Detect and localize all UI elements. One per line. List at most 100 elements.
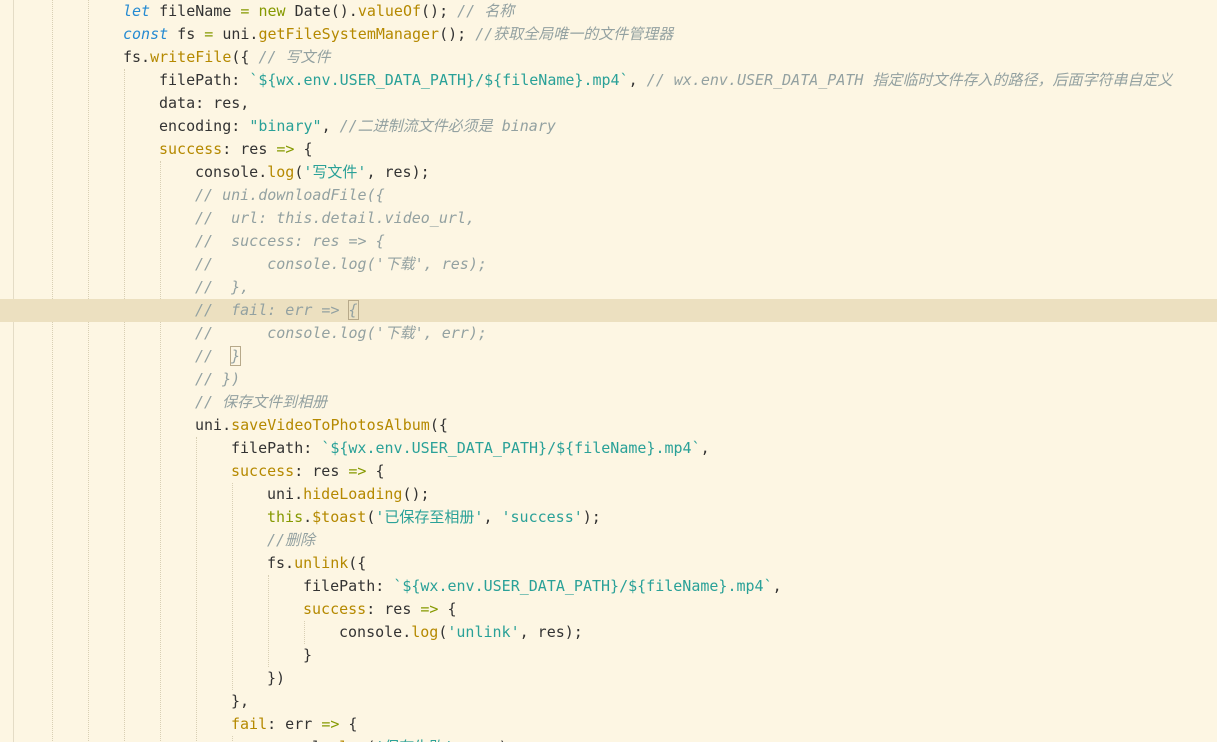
- code-token: "binary": [249, 117, 322, 135]
- code-token: // url: this.detail.video_url,: [195, 209, 475, 227]
- code-token: let: [123, 2, 151, 20]
- code-token: filePath:: [159, 71, 250, 89]
- code-token: 'unlink': [447, 623, 520, 641]
- code-line[interactable]: }): [0, 667, 1217, 690]
- code-token: // },: [195, 278, 250, 296]
- code-text: uni.hideLoading();: [267, 483, 430, 506]
- code-token: uni.: [195, 416, 232, 434]
- code-token: 'success': [501, 508, 583, 526]
- code-token: {: [366, 462, 385, 480]
- code-line[interactable]: fail: err => {: [0, 713, 1217, 736]
- code-token: },: [231, 692, 250, 710]
- code-token: ({: [348, 554, 367, 572]
- code-token: ({: [429, 416, 448, 434]
- code-text: console.log('unlink', res);: [339, 621, 583, 644]
- code-token: // success: res => {: [195, 232, 385, 250]
- code-line[interactable]: // },: [0, 276, 1217, 299]
- code-line[interactable]: // uni.downloadFile({: [0, 184, 1217, 207]
- code-token: fs.: [123, 48, 151, 66]
- code-line[interactable]: // url: this.detail.video_url,: [0, 207, 1217, 230]
- code-text: filePath: `${wx.env.USER_DATA_PATH}/${fi…: [303, 575, 782, 598]
- code-line[interactable]: }: [0, 644, 1217, 667]
- code-line[interactable]: //删除: [0, 529, 1217, 552]
- code-token: }: [230, 346, 242, 366]
- code-text: filePath: `${wx.env.USER_DATA_PATH}/${fi…: [231, 437, 710, 460]
- code-token: // }): [195, 370, 241, 388]
- code-token: }): [267, 669, 286, 687]
- code-token: ();: [439, 25, 476, 43]
- code-editor[interactable]: let fileName = new Date().valueOf(); // …: [0, 0, 1217, 742]
- code-token: fileName: [150, 2, 241, 20]
- code-line[interactable]: filePath: `${wx.env.USER_DATA_PATH}/${fi…: [0, 69, 1217, 92]
- code-token: //获取全局唯一的文件管理器: [475, 25, 674, 43]
- code-text: },: [231, 690, 249, 713]
- code-token: : res: [366, 600, 421, 618]
- code-line[interactable]: success: res => {: [0, 138, 1217, 161]
- code-text: }): [267, 667, 285, 690]
- code-text: filePath: `${wx.env.USER_DATA_PATH}/${fi…: [159, 69, 1172, 92]
- code-token: // 写文件: [258, 48, 331, 66]
- code-token: filePath:: [303, 577, 394, 595]
- code-line[interactable]: success: res => {: [0, 460, 1217, 483]
- code-line[interactable]: fs.writeFile({ // 写文件: [0, 46, 1217, 69]
- code-token: '写文件': [303, 163, 367, 181]
- code-text: // },: [195, 276, 249, 299]
- code-token: // uni.downloadFile({: [195, 186, 385, 204]
- code-line[interactable]: console.log('写文件', res);: [0, 161, 1217, 184]
- code-token: saveVideoToPhotosAlbum: [231, 416, 430, 434]
- code-line-current[interactable]: // fail: err => {: [0, 299, 1217, 322]
- code-line[interactable]: encoding: "binary", //二进制流文件必须是 binary: [0, 115, 1217, 138]
- code-line[interactable]: console.log('unlink', res);: [0, 621, 1217, 644]
- code-line[interactable]: let fileName = new Date().valueOf(); // …: [0, 0, 1217, 23]
- code-token: {: [438, 600, 457, 618]
- code-token: new: [258, 2, 286, 20]
- code-text: fs.unlink({: [267, 552, 366, 575]
- code-text: // }): [195, 368, 240, 391]
- code-token: $toast: [312, 508, 367, 526]
- code-token: =>: [321, 715, 340, 733]
- code-line[interactable]: uni.saveVideoToPhotosAlbum({: [0, 414, 1217, 437]
- code-text: console.log('写文件', res);: [195, 161, 430, 184]
- code-token: ,: [321, 117, 340, 135]
- code-text: // uni.downloadFile({: [195, 184, 385, 207]
- code-text: //删除: [267, 529, 315, 552]
- code-line[interactable]: filePath: `${wx.env.USER_DATA_PATH}/${fi…: [0, 437, 1217, 460]
- code-text: // url: this.detail.video_url,: [195, 207, 475, 230]
- code-token: '保存失败': [375, 738, 453, 742]
- code-line[interactable]: // console.log('下载', err);: [0, 322, 1217, 345]
- code-line[interactable]: console.log('保存失败', err);: [0, 736, 1217, 742]
- code-token: log: [267, 163, 295, 181]
- code-token: , err);: [453, 738, 516, 742]
- code-line[interactable]: // }: [0, 345, 1217, 368]
- code-token: getFileSystemManager: [258, 25, 440, 43]
- code-line[interactable]: // }): [0, 368, 1217, 391]
- code-line[interactable]: uni.hideLoading();: [0, 483, 1217, 506]
- code-line[interactable]: const fs = uni.getFileSystemManager(); /…: [0, 23, 1217, 46]
- code-token: success: [159, 140, 223, 158]
- code-text: let fileName = new Date().valueOf(); // …: [123, 0, 514, 23]
- code-text: this.$toast('已保存至相册', 'success');: [267, 506, 601, 529]
- code-line[interactable]: fs.unlink({: [0, 552, 1217, 575]
- code-token: success: [303, 600, 367, 618]
- code-token: data: res,: [159, 94, 250, 112]
- code-line[interactable]: filePath: `${wx.env.USER_DATA_PATH}/${fi…: [0, 575, 1217, 598]
- code-token: , res);: [519, 623, 583, 641]
- code-line[interactable]: this.$toast('已保存至相册', 'success');: [0, 506, 1217, 529]
- code-line[interactable]: success: res => {: [0, 598, 1217, 621]
- code-text: // }: [195, 345, 242, 368]
- code-line[interactable]: // console.log('下载', res);: [0, 253, 1217, 276]
- code-token: success: [231, 462, 295, 480]
- code-token: }: [303, 646, 313, 664]
- code-line[interactable]: },: [0, 690, 1217, 713]
- code-token: // 保存文件到相册: [195, 393, 328, 411]
- code-token: log: [411, 623, 439, 641]
- code-line[interactable]: // 保存文件到相册: [0, 391, 1217, 414]
- code-token: const: [123, 25, 169, 43]
- code-token: ,: [628, 71, 647, 89]
- code-line[interactable]: // success: res => {: [0, 230, 1217, 253]
- code-token: , res);: [366, 163, 430, 181]
- code-token: hideLoading: [303, 485, 403, 503]
- code-token: console.: [267, 738, 339, 742]
- code-token: );: [582, 508, 601, 526]
- code-line[interactable]: data: res,: [0, 92, 1217, 115]
